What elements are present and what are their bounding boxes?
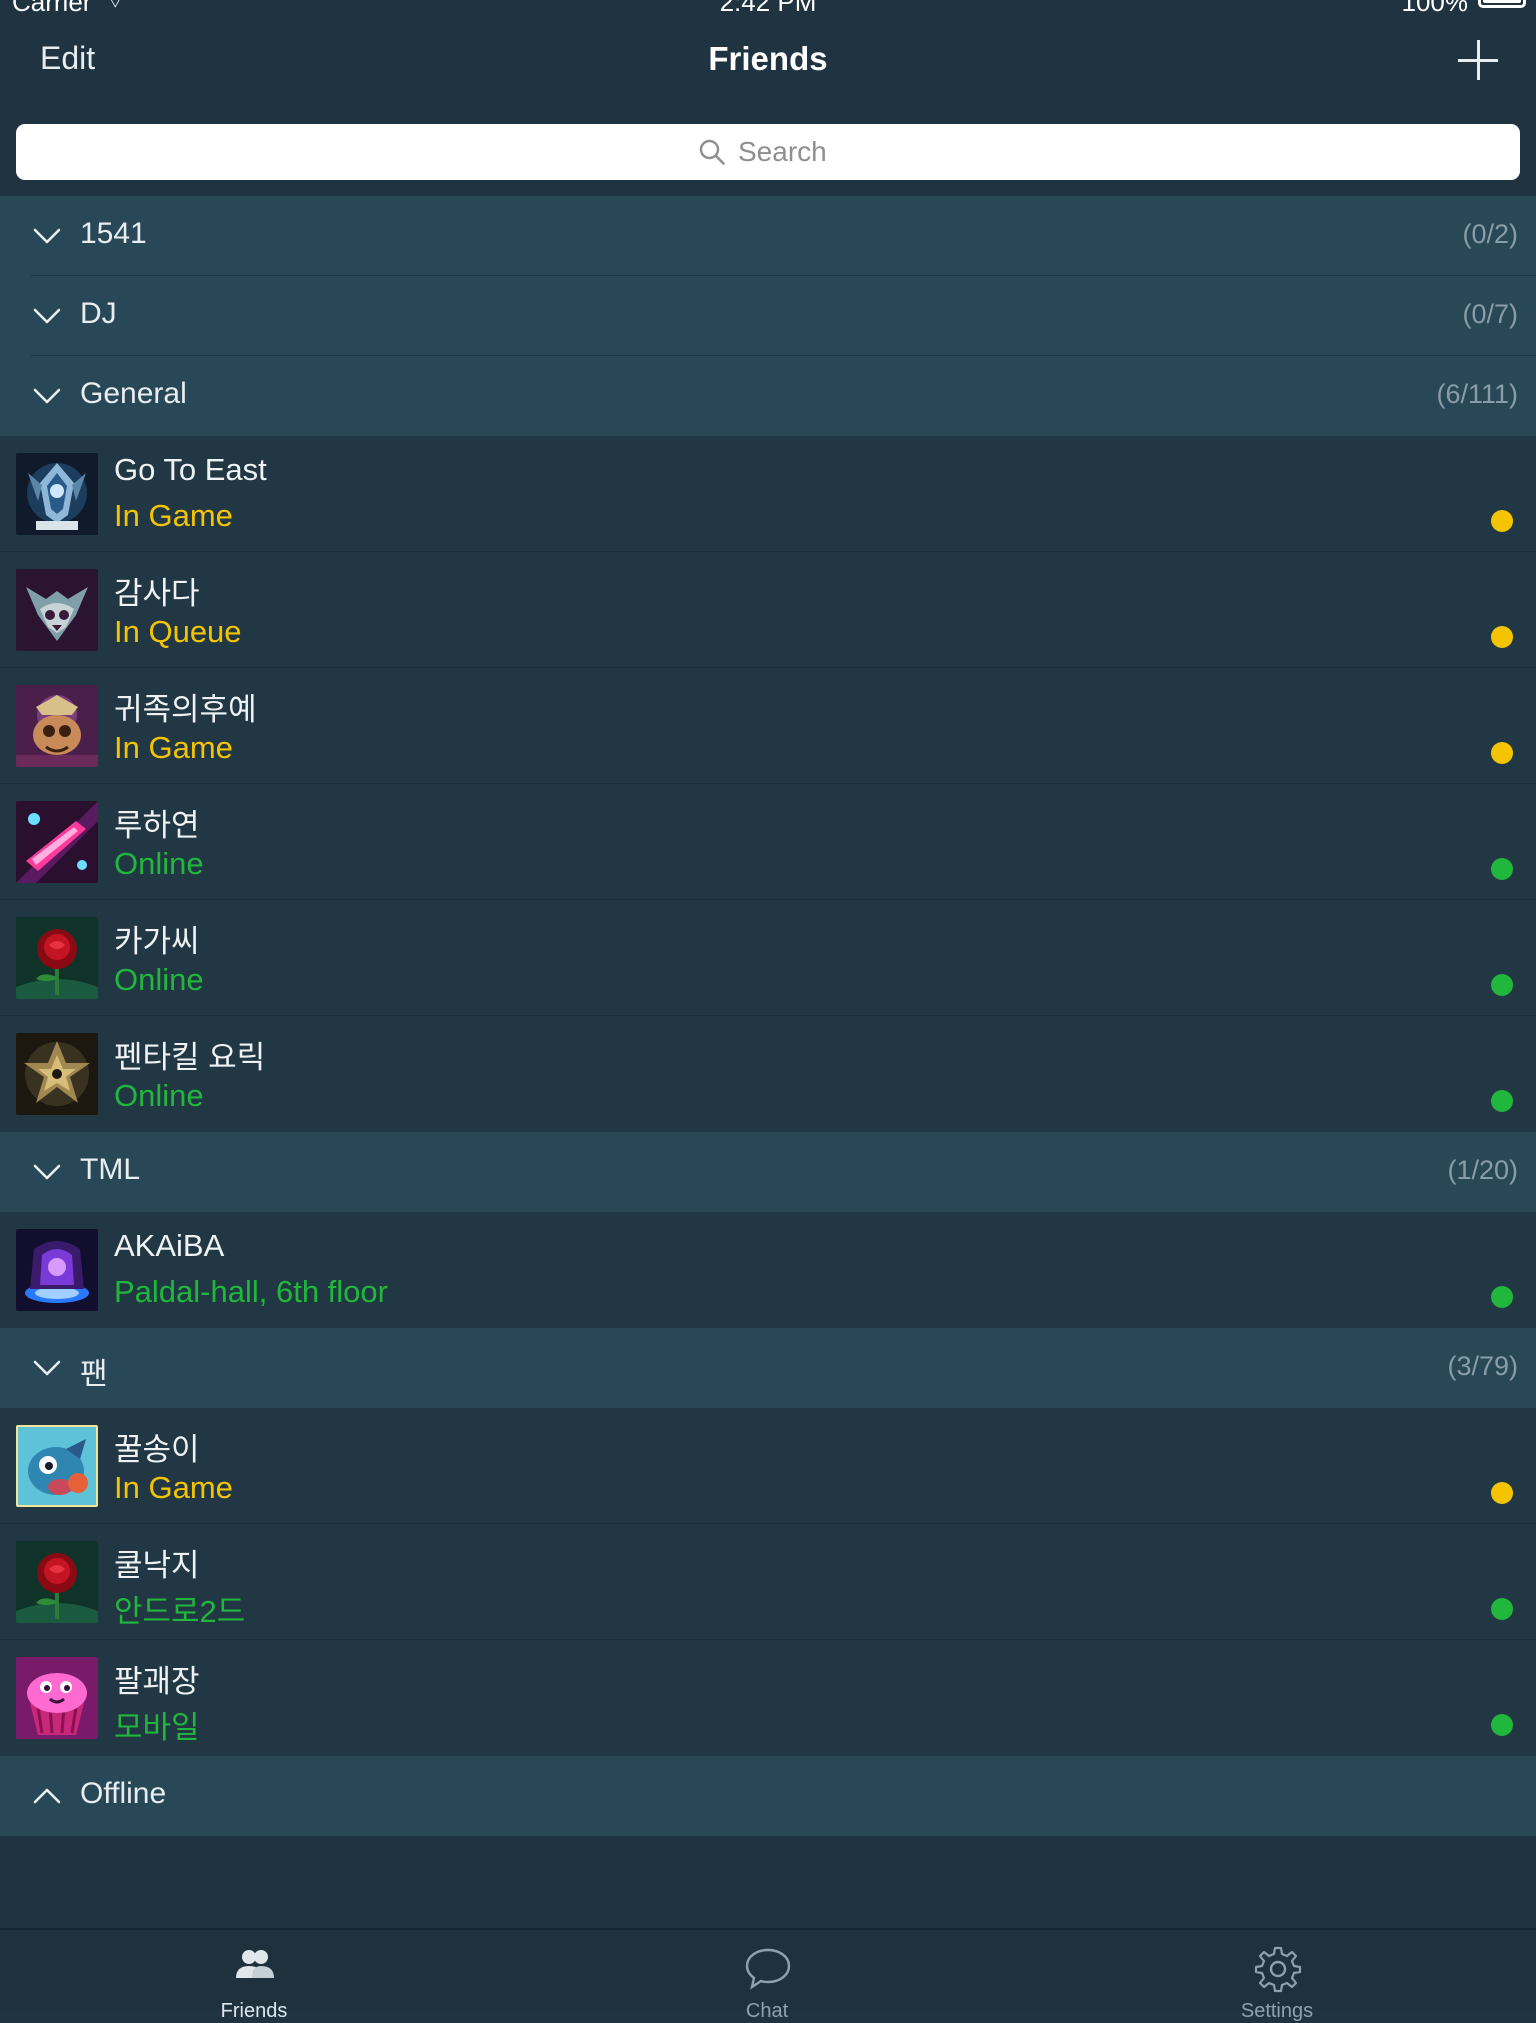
friend-status: 안드로2드	[114, 1594, 246, 1629]
poro-icon	[16, 1425, 98, 1507]
challenger-crest-icon	[16, 453, 98, 535]
search-bar[interactable]	[16, 124, 1520, 180]
tab-bar: Friends Chat Settings	[0, 1928, 1536, 2022]
friend-row[interactable]: AKAiBA Paldal-hall, 6th floor	[0, 1212, 1536, 1328]
tab-label: Chat	[745, 2000, 789, 2022]
presence-dot-icon	[1491, 1598, 1513, 1620]
chevron-up-icon	[33, 1788, 61, 1804]
tab-settings[interactable]: Settings	[1197, 1930, 1357, 2022]
add-friend-button[interactable]	[1458, 40, 1498, 80]
battery-icon	[1478, 0, 1526, 8]
skull-helm-icon	[16, 569, 98, 651]
void-portal-icon	[16, 1229, 98, 1311]
group-name: 팬	[80, 1358, 108, 1391]
rose-icon	[16, 1541, 98, 1623]
presence-dot-icon	[1491, 1286, 1513, 1308]
friend-row[interactable]: 팔괘장모바일	[0, 1640, 1536, 1756]
friend-row[interactable]: 감사다 In Queue	[0, 552, 1536, 668]
group-header-0[interactable]: 1541 (0/2)	[0, 196, 1536, 276]
tab-friends[interactable]: Friends	[174, 1930, 334, 2022]
friend-status: In Queue	[114, 614, 242, 649]
group-name: 1541	[80, 217, 147, 250]
golden-crest-icon	[16, 1033, 98, 1115]
group-online-count: (0/7)	[1462, 299, 1518, 329]
friend-name: Go To East	[114, 452, 267, 487]
friend-status: 모바일	[114, 1710, 200, 1745]
friend-name: 루하연	[114, 808, 200, 843]
friend-name: 쿨낙지	[114, 1548, 200, 1583]
group-online-count: (3/79)	[1447, 1351, 1518, 1381]
chevron-down-icon	[33, 228, 61, 244]
presence-dot-icon	[1491, 1714, 1513, 1736]
edit-button[interactable]: Edit	[40, 40, 95, 77]
chevron-down-icon	[33, 388, 61, 404]
status-bar: Carrier ⌔ 2:42 PM 100%	[0, 0, 1536, 22]
chevron-down-icon	[33, 308, 61, 324]
group-online-count: (0/2)	[1462, 219, 1518, 249]
group-name: Offline	[80, 1777, 167, 1810]
friend-row[interactable]: 루하연 Online	[0, 784, 1536, 900]
presence-dot-icon	[1491, 1482, 1513, 1504]
friend-name: 귀족의후예	[114, 692, 257, 727]
chevron-down-icon	[33, 1360, 61, 1376]
page-title: Friends	[708, 40, 828, 77]
navigation-bar: Edit Friends	[0, 22, 1536, 128]
rose-icon	[16, 917, 98, 999]
gear-icon	[1254, 1946, 1302, 1993]
friend-list: 1541 (0/2) DJ (0/7) General (6/111) Go To East…	[0, 196, 1536, 1836]
friend-status: Online	[114, 962, 204, 997]
group-header-4[interactable]: 팬 (3/79)	[0, 1328, 1536, 1408]
neon-blade-icon	[16, 801, 98, 883]
presence-dot-icon	[1491, 742, 1513, 764]
teemo-icon	[16, 685, 98, 767]
tab-label: Settings	[1240, 2000, 1314, 2022]
friend-row[interactable]: Go To East In Game	[0, 436, 1536, 552]
friend-status: In Game	[114, 498, 233, 533]
friend-row[interactable]: 카가씨 Online	[0, 900, 1536, 1016]
presence-dot-icon	[1491, 858, 1513, 880]
group-header-2[interactable]: General (6/111)	[0, 356, 1536, 436]
chevron-down-icon	[33, 1164, 61, 1180]
friend-name: 카가씨	[114, 924, 200, 959]
friend-name: AKAiBA	[114, 1228, 225, 1263]
group-name: General	[80, 377, 187, 410]
group-online-count: (1/20)	[1447, 1155, 1518, 1185]
friend-row[interactable]: 꿀송이 In Game	[0, 1408, 1536, 1524]
friend-status: Online	[114, 1078, 204, 1113]
chat-bubble-icon	[745, 1948, 791, 1990]
friend-name: 감사다	[114, 576, 200, 611]
friend-status: Paldal-hall, 6th floor	[114, 1274, 388, 1309]
friend-row[interactable]: 펜타킬 요릭 Online	[0, 1016, 1536, 1132]
presence-dot-icon	[1491, 974, 1513, 996]
friend-name: 펜타킬 요릭	[114, 1040, 266, 1075]
battery-percent: 100%	[1401, 0, 1469, 17]
presence-dot-icon	[1491, 1090, 1513, 1112]
friend-status: In Game	[114, 730, 233, 765]
clock: 2:42 PM	[719, 0, 817, 17]
group-header-1[interactable]: DJ (0/7)	[0, 276, 1536, 356]
friend-status: Online	[114, 846, 204, 881]
group-header-3[interactable]: TML (1/20)	[0, 1132, 1536, 1212]
group-header-5[interactable]: Offline	[0, 1756, 1536, 1836]
pink-cupcake-icon	[16, 1657, 98, 1739]
friend-name: 팔괘장	[114, 1664, 200, 1699]
friend-row[interactable]: 귀족의후예 In Game	[0, 668, 1536, 784]
group-online-count: (6/111)	[1436, 379, 1518, 409]
presence-dot-icon	[1491, 510, 1513, 532]
group-name: DJ	[80, 297, 117, 330]
friend-status: In Game	[114, 1470, 233, 1505]
search-input[interactable]	[738, 136, 838, 168]
friends-icon	[236, 1950, 274, 1978]
search-icon	[699, 139, 725, 165]
friend-row[interactable]: 쿨낙지안드로2드	[0, 1524, 1536, 1640]
tab-chat[interactable]: Chat	[687, 1930, 847, 2022]
presence-dot-icon	[1491, 626, 1513, 648]
friend-name: 꿀송이	[114, 1432, 200, 1467]
tab-label: Friends	[220, 2000, 288, 2022]
group-name: TML	[80, 1153, 140, 1186]
